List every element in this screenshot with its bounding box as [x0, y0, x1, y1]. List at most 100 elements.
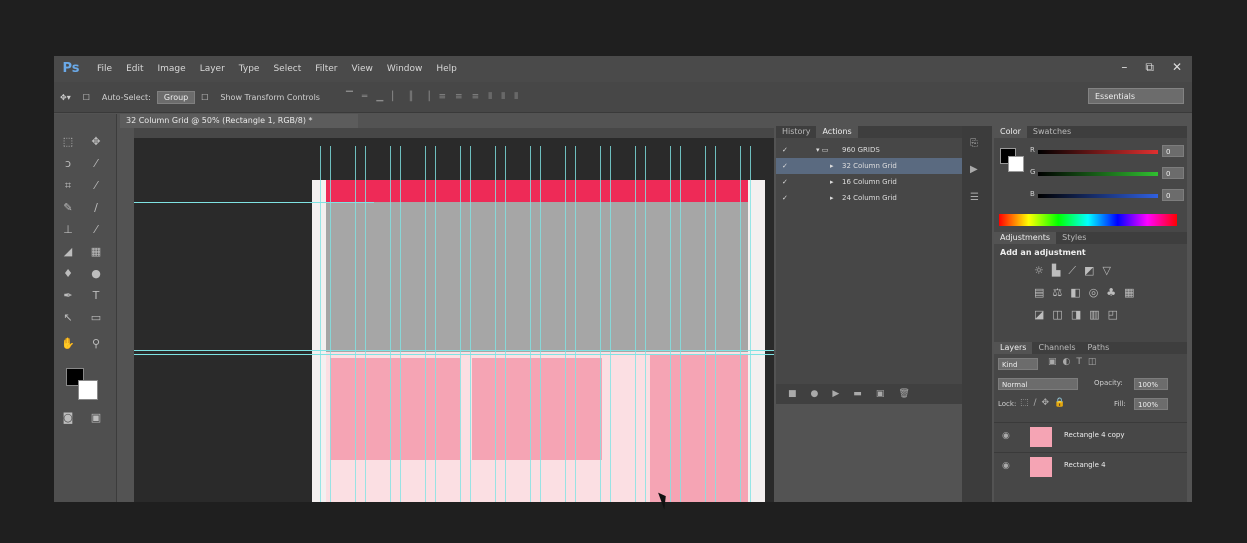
check-icon[interactable]: ✓: [782, 190, 788, 206]
stop-icon[interactable]: ■: [788, 389, 797, 399]
tab-channels[interactable]: Channels: [1032, 342, 1081, 354]
menu-edit[interactable]: Edit: [126, 64, 143, 74]
exposure-icon[interactable]: ◩: [1084, 264, 1102, 277]
brush-tool-icon[interactable]: ∕: [88, 200, 104, 216]
distribute-bottom-icon[interactable]: ≡: [472, 92, 480, 102]
channel-g-slider[interactable]: [1038, 172, 1158, 176]
tab-swatches[interactable]: Swatches: [1027, 126, 1077, 138]
menu-image[interactable]: Image: [158, 64, 186, 74]
action-row-selected[interactable]: ✓ ▸ 32 Column Grid: [776, 158, 962, 174]
delete-icon[interactable]: 🗑: [898, 389, 909, 399]
crop-tool-icon[interactable]: ⌗: [60, 178, 76, 194]
distribute-top-icon[interactable]: ≡: [439, 92, 447, 102]
hue-saturation-icon[interactable]: ▤: [1034, 286, 1052, 299]
posterize-icon[interactable]: ◫: [1052, 308, 1070, 321]
selective-color-icon[interactable]: ◰: [1108, 308, 1126, 321]
visibility-eye-icon[interactable]: ◉: [1002, 461, 1010, 471]
layer-row[interactable]: ◉ Rectangle 4 copy: [994, 422, 1187, 451]
history-brush-tool-icon[interactable]: ⁄: [88, 222, 104, 238]
channel-b-value[interactable]: 0: [1162, 189, 1184, 201]
record-icon[interactable]: ●: [811, 389, 819, 399]
levels-icon[interactable]: ▙: [1052, 264, 1068, 277]
visibility-eye-icon[interactable]: ◉: [1002, 431, 1010, 441]
align-bottom-icon[interactable]: ▁: [376, 92, 383, 102]
align-center-icon[interactable]: ║: [408, 92, 413, 102]
quick-select-tool-icon[interactable]: ⁄: [88, 156, 104, 172]
align-middle-icon[interactable]: ═: [362, 92, 367, 102]
auto-select-checkbox[interactable]: ☐: [83, 93, 90, 102]
distribute-left-icon[interactable]: ⦀: [488, 92, 492, 102]
new-set-icon[interactable]: ▬: [853, 389, 862, 399]
layer-row[interactable]: ◉ Rectangle 4: [994, 452, 1187, 481]
fill-field[interactable]: 100%: [1134, 398, 1168, 410]
play-triangle-icon[interactable]: ▸: [830, 174, 834, 190]
threshold-icon[interactable]: ◨: [1071, 308, 1089, 321]
action-set-row[interactable]: ✓ ▾ ▭ 960 GRIDS: [776, 142, 962, 158]
distribute-right-icon[interactable]: ⦀: [514, 92, 518, 102]
properties-panel-icon[interactable]: ☰: [970, 192, 984, 206]
document-tab[interactable]: 32 Column Grid @ 50% (Rectangle 1, RGB/8…: [120, 114, 358, 128]
menu-window[interactable]: Window: [387, 64, 423, 74]
actions-panel-icon[interactable]: ▶: [970, 164, 984, 178]
tab-history[interactable]: History: [776, 126, 816, 138]
color-background-swatch[interactable]: [1008, 156, 1024, 172]
close-button[interactable]: ✕: [1172, 60, 1182, 75]
clone-stamp-tool-icon[interactable]: ⊥: [60, 222, 76, 238]
marquee-tool-icon[interactable]: ⬚: [60, 134, 76, 150]
quick-mask-icon[interactable]: ◙: [60, 410, 76, 426]
screen-mode-icon[interactable]: ▣: [88, 410, 104, 426]
workspace-switcher[interactable]: Essentials: [1088, 88, 1184, 104]
play-triangle-icon[interactable]: ▸: [830, 190, 834, 206]
channel-mixer-icon[interactable]: ♣: [1106, 286, 1124, 299]
channel-b-slider[interactable]: [1038, 194, 1158, 198]
align-left-icon[interactable]: ▏: [392, 92, 399, 102]
path-selection-tool-icon[interactable]: ↖: [60, 310, 76, 326]
tab-layers[interactable]: Layers: [994, 342, 1033, 354]
dodge-tool-icon[interactable]: ●: [88, 266, 104, 282]
menu-file[interactable]: File: [97, 64, 112, 74]
tab-adjustments[interactable]: Adjustments: [994, 232, 1057, 244]
eyedropper-tool-icon[interactable]: ⁄: [88, 178, 104, 194]
color-lookup-icon[interactable]: ▦: [1124, 286, 1142, 299]
pen-tool-icon[interactable]: ✒: [60, 288, 76, 304]
zoom-tool-icon[interactable]: ⚲: [88, 336, 104, 352]
check-icon[interactable]: ✓: [782, 174, 788, 190]
eraser-tool-icon[interactable]: ◢: [60, 244, 76, 260]
lock-icons[interactable]: ⬚∕✥🔒: [1020, 398, 1070, 408]
show-transform-checkbox[interactable]: ☐: [201, 93, 208, 102]
align-right-icon[interactable]: ▕: [423, 92, 430, 102]
tab-color[interactable]: Color: [994, 126, 1027, 138]
play-triangle-icon[interactable]: ▸: [830, 158, 834, 174]
photo-filter-icon[interactable]: ◎: [1089, 286, 1107, 299]
channel-g-value[interactable]: 0: [1162, 167, 1184, 179]
tab-actions[interactable]: Actions: [816, 126, 858, 138]
minimize-button[interactable]: –: [1121, 60, 1127, 75]
expand-triangle-icon[interactable]: ▾ ▭: [816, 142, 828, 158]
blend-mode-dropdown[interactable]: Normal: [998, 378, 1078, 390]
layer-filter-icons[interactable]: ▣◐T◫: [1048, 357, 1102, 367]
check-icon[interactable]: ✓: [782, 158, 788, 174]
background-color-swatch[interactable]: [78, 380, 98, 400]
check-icon[interactable]: ✓: [782, 142, 788, 158]
menu-type[interactable]: Type: [239, 64, 260, 74]
curves-icon[interactable]: ⟋: [1068, 264, 1084, 277]
align-top-icon[interactable]: ▔: [346, 92, 353, 102]
layer-filter-dropdown[interactable]: Kind: [998, 358, 1038, 370]
vibrance-icon[interactable]: ▽: [1102, 264, 1118, 277]
healing-brush-tool-icon[interactable]: ✎: [60, 200, 76, 216]
invert-icon[interactable]: ◪: [1034, 308, 1052, 321]
tab-styles[interactable]: Styles: [1056, 232, 1092, 244]
brightness-icon[interactable]: ☼: [1034, 264, 1052, 277]
menu-layer[interactable]: Layer: [200, 64, 225, 74]
hand-tool-icon[interactable]: ✋: [60, 336, 76, 352]
type-tool-icon[interactable]: T: [88, 288, 104, 304]
lasso-tool-icon[interactable]: ↄ: [60, 156, 76, 172]
blur-tool-icon[interactable]: ♦: [60, 266, 76, 282]
rectangle-tool-icon[interactable]: ▭: [88, 310, 104, 326]
black-white-icon[interactable]: ◧: [1070, 286, 1088, 299]
channel-r-slider[interactable]: [1038, 150, 1158, 154]
color-balance-icon[interactable]: ⚖: [1052, 286, 1070, 299]
restore-button[interactable]: ⧉: [1145, 60, 1154, 75]
menu-view[interactable]: View: [352, 64, 373, 74]
gradient-map-icon[interactable]: ▥: [1089, 308, 1107, 321]
